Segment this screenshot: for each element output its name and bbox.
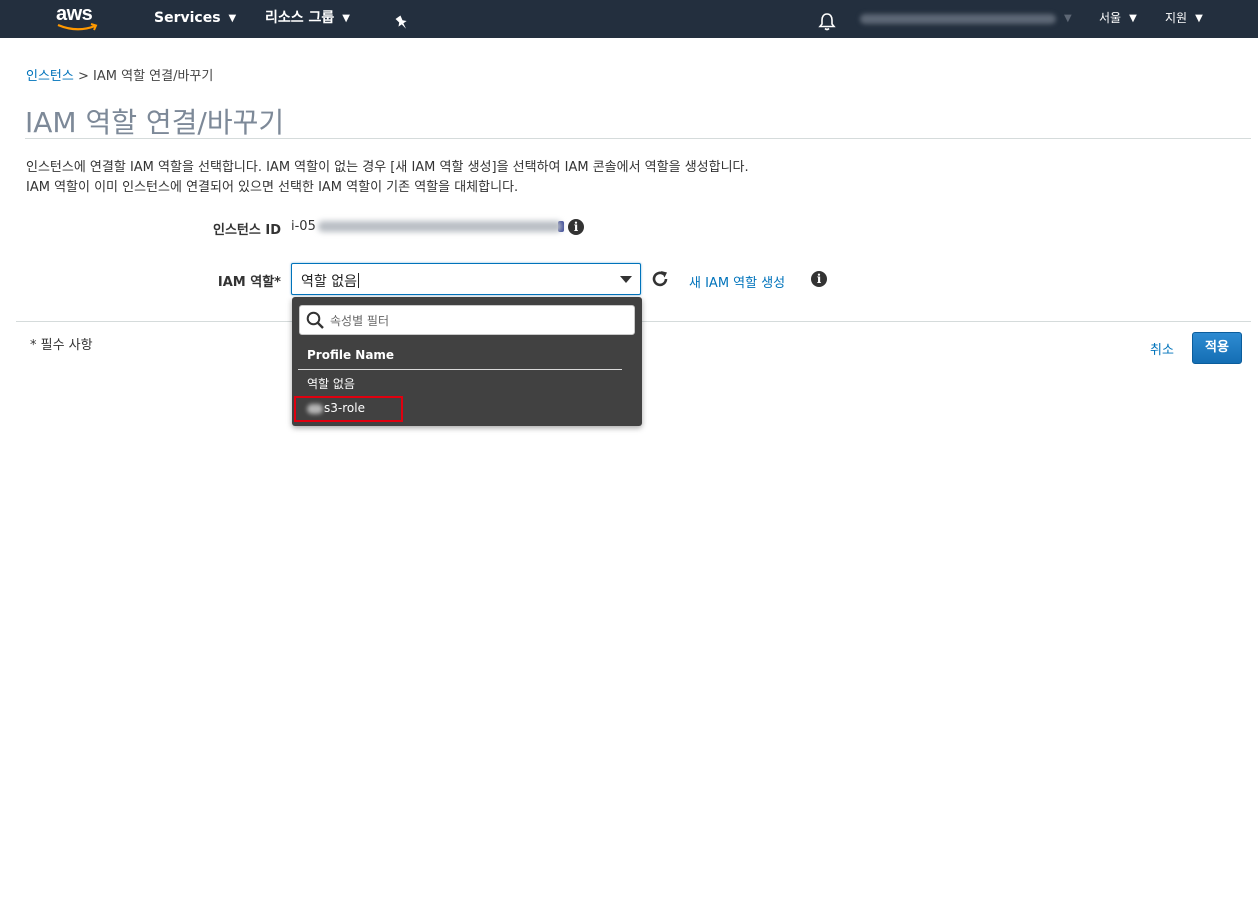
top-nav-bar: aws Services ▼ 리소스 그룹 ▼ ▼ 서울 ▼ 지원 ▼ <box>0 0 1258 38</box>
filter-field[interactable] <box>299 305 635 335</box>
support-label: 지원 <box>1165 11 1188 25</box>
services-menu[interactable]: Services ▼ <box>154 0 236 38</box>
profile-name-header: Profile Name <box>307 348 395 362</box>
breadcrumb-instances-link[interactable]: 인스턴스 <box>26 69 74 84</box>
services-label: Services <box>154 10 221 26</box>
chevron-down-icon: ▼ <box>1064 13 1072 24</box>
breadcrumb: 인스턴스 > IAM 역할 연결/바꾸기 <box>26 65 213 84</box>
account-name-redacted <box>860 13 1056 24</box>
filter-input[interactable] <box>330 311 620 331</box>
resource-groups-menu[interactable]: 리소스 그룹 ▼ <box>265 0 350 38</box>
instance-id-prefix: i-05 <box>291 219 316 234</box>
dropdown-option-no-role[interactable]: 역할 없음 <box>307 375 355 392</box>
account-menu[interactable]: ▼ <box>860 0 1072 38</box>
chevron-down-icon: ▼ <box>1129 13 1137 24</box>
breadcrumb-separator: > <box>77 69 89 84</box>
create-new-iam-role-link[interactable]: 새 IAM 역할 생성 <box>689 272 785 291</box>
iam-role-dropdown: Profile Name 역할 없음 s3-role <box>292 297 642 426</box>
region-menu[interactable]: 서울 ▼ <box>1099 0 1137 38</box>
page-title: IAM 역할 연결/바꾸기 <box>25 106 285 139</box>
description-line-1: 인스턴스에 연결할 IAM 역할을 선택합니다. IAM 역할이 없는 경우 [… <box>26 160 749 175</box>
info-icon[interactable]: i <box>568 219 584 235</box>
highlight-box <box>294 396 403 422</box>
aws-logo[interactable]: aws <box>56 3 100 33</box>
iam-role-label: IAM 역할* <box>217 275 281 290</box>
dropdown-divider <box>298 369 622 370</box>
region-label: 서울 <box>1099 11 1122 25</box>
iam-role-select[interactable]: 역할 없음 <box>291 263 641 295</box>
instance-id-redacted <box>317 221 562 232</box>
required-note: * 필수 사항 <box>30 338 93 353</box>
cancel-button[interactable]: 취소 <box>1150 339 1174 358</box>
title-divider <box>25 138 1251 139</box>
caret-down-icon <box>620 276 632 283</box>
aws-smile-icon <box>57 23 98 31</box>
breadcrumb-current: IAM 역할 연결/바꾸기 <box>93 69 214 84</box>
description-line-2: IAM 역할이 이미 인스턴스에 연결되어 있으면 선택한 IAM 역할이 기존… <box>26 180 519 195</box>
info-icon[interactable]: i <box>811 271 827 287</box>
instance-id-value: i-05 <box>291 219 564 234</box>
search-icon <box>306 311 324 329</box>
refresh-icon[interactable] <box>650 269 672 291</box>
chevron-down-icon: ▼ <box>1195 13 1203 24</box>
chevron-down-icon: ▼ <box>342 13 350 24</box>
apply-button[interactable]: 적용 <box>1192 332 1242 364</box>
page-description: 인스턴스에 연결할 IAM 역할을 선택합니다. IAM 역할이 없는 경우 [… <box>26 158 749 198</box>
pin-icon[interactable] <box>395 9 409 29</box>
chevron-down-icon: ▼ <box>228 13 237 24</box>
instance-id-label: 인스턴스 ID <box>213 223 281 238</box>
bell-icon[interactable] <box>818 9 836 31</box>
support-menu[interactable]: 지원 ▼ <box>1165 0 1203 38</box>
resource-groups-label: 리소스 그룹 <box>265 10 335 26</box>
iam-role-selected-value: 역할 없음 <box>301 271 359 291</box>
